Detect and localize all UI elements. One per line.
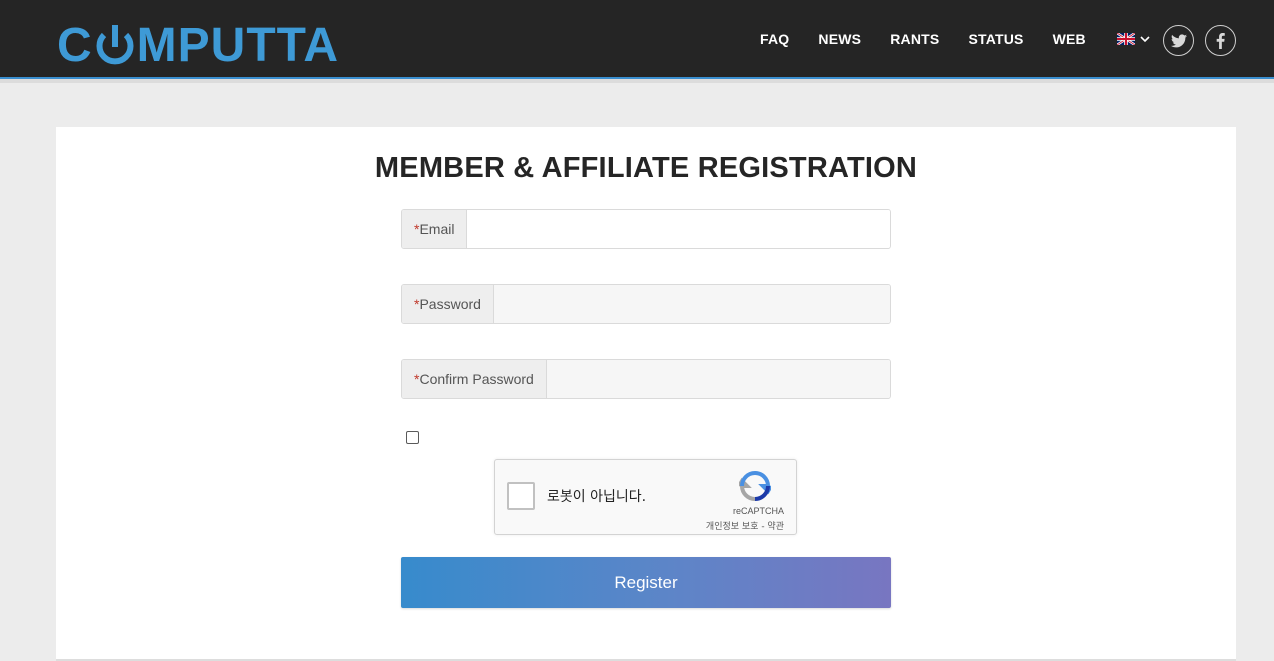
nav-news[interactable]: NEWS [818, 30, 861, 48]
password-label: * Password [402, 285, 494, 323]
twitter-icon [1170, 33, 1187, 47]
recaptcha-widget: 로봇이 아닙니다. reCAPTCHA 개인정보 보호 - 약관 [494, 459, 797, 535]
recaptcha-brand: reCAPTCHA [732, 506, 784, 516]
email-label-text: Email [419, 221, 455, 237]
register-button[interactable]: Register [401, 557, 891, 608]
password-field: * Password [401, 284, 891, 324]
confirm-password-field: * Confirm Password [401, 359, 891, 399]
password-input[interactable] [493, 285, 890, 323]
twitter-button[interactable] [1163, 25, 1194, 56]
email-label: * Email [402, 210, 468, 248]
nav-status[interactable]: STATUS [968, 30, 1023, 48]
confirm-password-input[interactable] [546, 360, 890, 398]
email-field: * Email [401, 209, 891, 249]
logo-text-start: C [57, 19, 93, 72]
recaptcha-privacy-terms-links[interactable]: 개인정보 보호 - 약관 [706, 519, 784, 532]
facebook-icon [1216, 32, 1225, 49]
confirm-password-label-text: Confirm Password [419, 371, 534, 387]
terms-checkbox[interactable] [406, 431, 419, 444]
chevron-down-icon [1140, 36, 1150, 43]
confirm-password-label: * Confirm Password [402, 360, 547, 398]
site-logo[interactable]: C MPUTTA [57, 22, 339, 70]
email-input[interactable] [467, 210, 890, 248]
language-selector[interactable] [1116, 33, 1150, 45]
main-nav: FAQ NEWS RANTS STATUS WEB [760, 30, 1150, 48]
facebook-button[interactable] [1205, 25, 1236, 56]
uk-flag-icon [1116, 33, 1135, 45]
recaptcha-logo-icon [739, 471, 771, 501]
nav-web[interactable]: WEB [1053, 30, 1086, 48]
password-label-text: Password [419, 296, 481, 312]
nav-rants[interactable]: RANTS [890, 30, 939, 48]
power-icon [96, 25, 134, 65]
page-title: MEMBER & AFFILIATE REGISTRATION [374, 152, 918, 184]
logo-text-end: MPUTTA [136, 19, 340, 72]
nav-faq[interactable]: FAQ [760, 30, 789, 48]
recaptcha-label: 로봇이 아닙니다. [547, 489, 647, 505]
navbar-shadow [0, 79, 1274, 83]
recaptcha-checkbox[interactable] [507, 482, 535, 510]
